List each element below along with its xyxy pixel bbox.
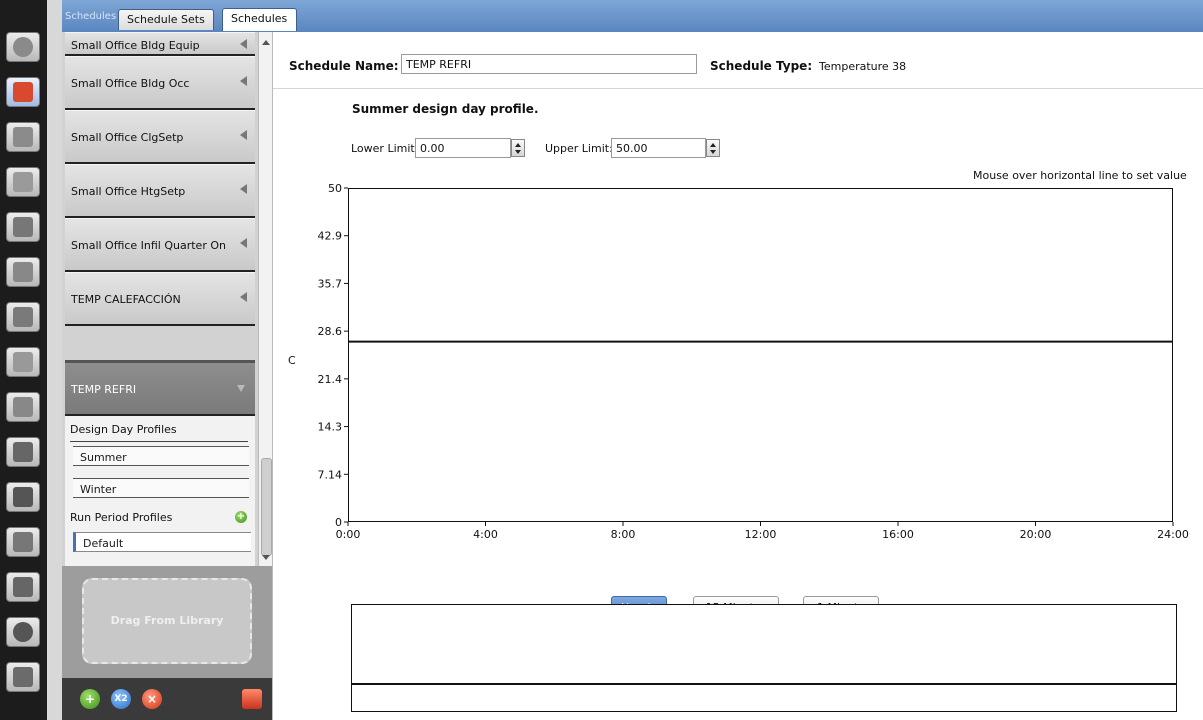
collapse-arrow-icon[interactable] bbox=[237, 385, 245, 392]
tab-ghost-label: Schedules bbox=[65, 11, 117, 22]
left-gap bbox=[47, 0, 62, 720]
bottom-toolbar: + X2 × bbox=[62, 678, 272, 720]
list-item-label: Small Office HtgSetp bbox=[71, 185, 186, 198]
tab-strip: Schedules Schedule Sets Schedules bbox=[62, 0, 1203, 32]
scroll-up-icon[interactable] bbox=[262, 40, 270, 45]
purge-icon[interactable] bbox=[242, 689, 262, 709]
expand-arrow-icon[interactable] bbox=[240, 184, 247, 194]
run-icon-glyph bbox=[13, 622, 33, 642]
calendar-icon[interactable] bbox=[6, 77, 40, 107]
geometry-icon-glyph bbox=[13, 262, 33, 282]
divider bbox=[70, 441, 248, 442]
tab-schedules[interactable]: Schedules bbox=[222, 8, 297, 31]
x-tick-label: 8:00 bbox=[611, 528, 636, 541]
spaces-icon-glyph bbox=[13, 352, 33, 372]
scripts-icon[interactable] bbox=[6, 572, 40, 602]
loads-icon-glyph bbox=[13, 172, 33, 192]
list-item-label: Small Office Infil Quarter On bbox=[71, 239, 226, 252]
x-tick-label: 4:00 bbox=[473, 528, 498, 541]
add-run-period-icon[interactable]: + bbox=[235, 511, 247, 523]
hvac-icon[interactable] bbox=[6, 437, 40, 467]
expand-arrow-icon[interactable] bbox=[240, 76, 247, 86]
thermal-zones-icon-glyph bbox=[13, 397, 33, 417]
drag-library-area: Drag From Library bbox=[62, 566, 272, 678]
x-tick-label: 0:00 bbox=[336, 528, 361, 541]
scroll-thumb[interactable] bbox=[261, 458, 272, 556]
thermal-zones-icon[interactable] bbox=[6, 392, 40, 422]
expand-arrow-icon[interactable] bbox=[240, 130, 247, 140]
profile-sublist: Design Day Profiles Summer Winter Run Pe… bbox=[65, 416, 255, 566]
geometry-icon[interactable] bbox=[6, 257, 40, 287]
design-day-header: Design Day Profiles bbox=[70, 423, 177, 436]
sidebar-icon-bar bbox=[0, 0, 47, 720]
facility-icon[interactable] bbox=[6, 302, 40, 332]
design-day-summer[interactable]: Summer bbox=[73, 446, 249, 466]
variables-icon-glyph bbox=[13, 487, 33, 507]
add-icon[interactable]: + bbox=[80, 689, 100, 709]
results-icon-glyph bbox=[13, 667, 33, 687]
list-item-label: TEMP CALEFACCIÓN bbox=[71, 293, 181, 306]
y-tick-label: 14.3 bbox=[318, 421, 343, 434]
y-tick-label: 21.4 bbox=[318, 373, 343, 386]
construction-icon-glyph bbox=[13, 127, 33, 147]
globe-icon-glyph bbox=[13, 37, 33, 57]
x-tick-label: 16:00 bbox=[882, 528, 914, 541]
list-item[interactable]: Small Office Bldg Equip bbox=[65, 32, 255, 56]
space-types-icon-glyph bbox=[13, 217, 33, 237]
x-tick-label: 12:00 bbox=[745, 528, 777, 541]
list-item[interactable]: Small Office Bldg Occ bbox=[65, 56, 255, 110]
list-item[interactable]: Small Office Infil Quarter On bbox=[65, 218, 255, 272]
run-period-header: Run Period Profiles bbox=[70, 511, 173, 524]
schedule-list: Small Office Bldg Equip Small Office Bld… bbox=[62, 32, 258, 566]
calendar-icon-glyph bbox=[13, 82, 33, 102]
tab-schedule-sets[interactable]: Schedule Sets bbox=[118, 9, 214, 30]
list-item-label: Small Office ClgSetp bbox=[71, 131, 184, 144]
facility-icon-glyph bbox=[13, 307, 33, 327]
construction-icon[interactable] bbox=[6, 122, 40, 152]
simulation-settings-icon[interactable] bbox=[6, 527, 40, 557]
y-tick-label: 28.6 bbox=[318, 325, 343, 338]
loads-icon[interactable] bbox=[6, 167, 40, 197]
y-tick-label: 42.9 bbox=[318, 230, 343, 243]
y-tick-label: 7.14 bbox=[318, 468, 343, 481]
globe-icon[interactable] bbox=[6, 32, 40, 62]
expand-arrow-icon[interactable] bbox=[240, 292, 247, 302]
duplicate-icon[interactable]: X2 bbox=[111, 689, 131, 709]
space-types-icon[interactable] bbox=[6, 212, 40, 242]
y-tick-label: 35.7 bbox=[318, 277, 343, 290]
y-tick-label: 50 bbox=[328, 182, 342, 195]
scripts-icon-glyph bbox=[13, 577, 33, 597]
schedule-editor: Schedule Name: Schedule Type: Temperatur… bbox=[272, 32, 1203, 720]
list-scrollbar[interactable] bbox=[258, 32, 273, 566]
list-item[interactable]: TEMP CALEFACCIÓN bbox=[65, 272, 255, 326]
list-item-label: TEMP REFRI bbox=[71, 383, 137, 396]
run-icon[interactable] bbox=[6, 617, 40, 647]
remove-icon[interactable]: × bbox=[142, 689, 162, 709]
variables-icon[interactable] bbox=[6, 482, 40, 512]
list-item-label: Small Office Bldg Occ bbox=[71, 77, 190, 90]
hvac-icon-glyph bbox=[13, 442, 33, 462]
overview-line-svg bbox=[352, 683, 1176, 685]
design-day-winter[interactable]: Winter bbox=[73, 478, 249, 498]
list-item[interactable]: Small Office ClgSetp bbox=[65, 110, 255, 164]
simulation-settings-icon-glyph bbox=[13, 532, 33, 552]
drag-from-library-dropzone[interactable]: Drag From Library bbox=[82, 578, 252, 664]
expand-arrow-icon[interactable] bbox=[240, 39, 247, 49]
scroll-down-icon[interactable] bbox=[262, 555, 270, 560]
list-item[interactable]: Small Office HtgSetp bbox=[65, 164, 255, 218]
x-tick-label: 24:00 bbox=[1157, 528, 1189, 541]
spaces-icon[interactable] bbox=[6, 347, 40, 377]
list-item-label: Small Office Bldg Equip bbox=[71, 39, 200, 52]
results-icon[interactable] bbox=[6, 662, 40, 692]
run-period-default[interactable]: Default bbox=[73, 532, 251, 552]
list-item-selected[interactable]: TEMP REFRI bbox=[65, 360, 255, 416]
expand-arrow-icon[interactable] bbox=[240, 238, 247, 248]
x-tick-label: 20:00 bbox=[1020, 528, 1052, 541]
